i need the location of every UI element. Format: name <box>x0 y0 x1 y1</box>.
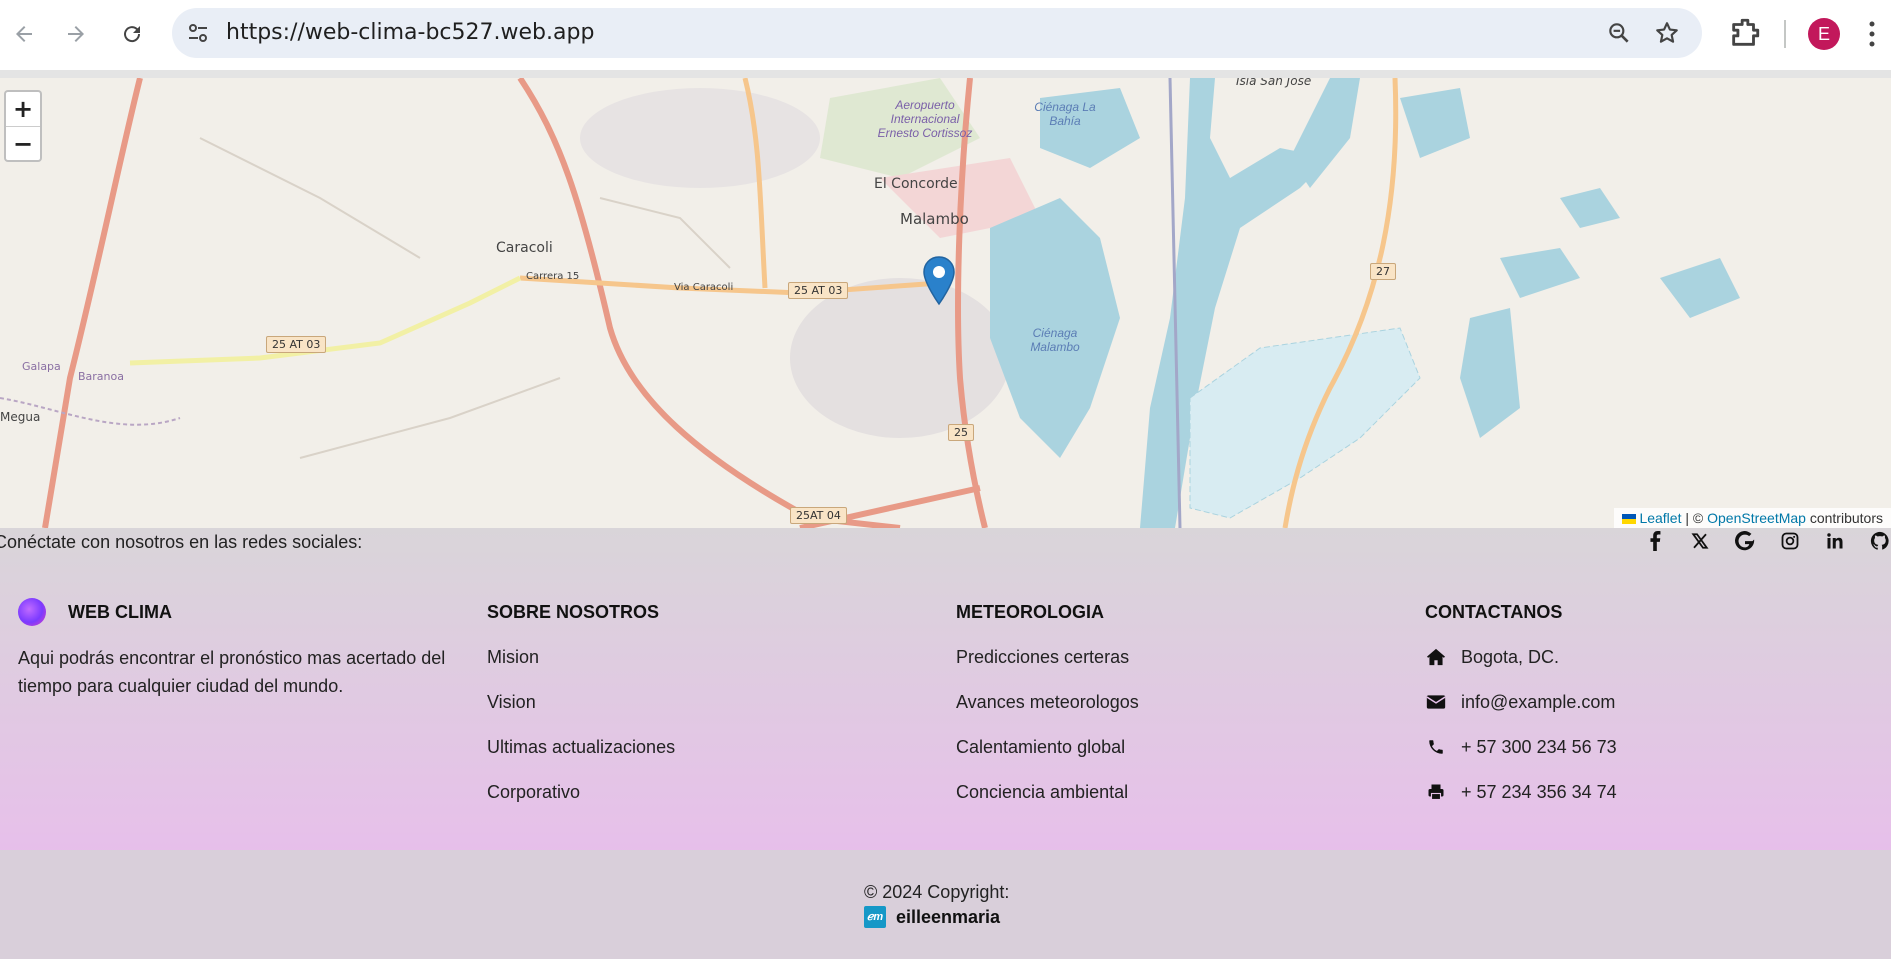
column-title: SOBRE NOSOTROS <box>487 602 660 622</box>
github-icon[interactable] <box>1869 530 1891 552</box>
map-place-label: Baranoa <box>78 370 124 383</box>
map-zoom-control: + − <box>4 90 42 162</box>
instagram-icon[interactable] <box>1779 530 1801 552</box>
map-road-label: 25 AT 03 <box>266 336 327 353</box>
attribution-separator: | © <box>1685 510 1704 526</box>
profile-avatar[interactable]: E <box>1808 18 1840 50</box>
contact-phone-text: + 57 300 234 56 73 <box>1461 736 1617 757</box>
copyright-band <box>0 850 1891 959</box>
contact-email-text[interactable]: info@example.com <box>1461 692 1615 713</box>
forward-button[interactable] <box>56 14 96 54</box>
web-clima-logo-icon <box>18 598 46 626</box>
envelope-icon <box>1425 691 1447 713</box>
column-title: CONTACTANOS <box>1425 602 1563 622</box>
map-road-name: Carrera 15 <box>526 271 580 282</box>
map-place-label: Megua <box>0 410 41 424</box>
map-water-label: Ciénaga Malambo <box>1030 326 1080 354</box>
map-water-label: Ciénaga La Bahía <box>1034 100 1096 128</box>
social-text: Conéctate con nosotros en las redes soci… <box>0 532 363 552</box>
url-text[interactable]: https://web-clima-bc527.web.app <box>226 20 594 45</box>
footer-link-corporativo[interactable]: Corporativo <box>487 779 675 805</box>
openstreetmap-link[interactable]: OpenStreetMap <box>1707 510 1806 526</box>
brand-description: Aqui podrás encontrar el pronóstico mas … <box>18 648 446 696</box>
linkedin-icon[interactable] <box>1824 530 1846 552</box>
footer-link-vision[interactable]: Vision <box>487 689 675 715</box>
kebab-menu-icon[interactable] <box>1866 18 1878 50</box>
page-top-strip <box>0 70 1891 78</box>
contact-fax-text: + 57 234 356 34 74 <box>1461 781 1617 802</box>
column-title: METEOROLOGIA <box>956 602 1104 622</box>
brand-name: WEB CLIMA <box>68 601 172 622</box>
contact-fax: + 57 234 356 34 74 <box>1425 779 1617 805</box>
footer-col-sobre-nosotros: SOBRE NOSOTROS Mision Vision Ultimas act… <box>487 600 675 824</box>
arrow-left-icon <box>16 26 32 42</box>
zoom-icon[interactable] <box>1606 20 1632 46</box>
map-road-label: 25 <box>948 424 974 441</box>
contact-email: info@example.com <box>1425 689 1617 715</box>
social-icons <box>1621 530 1891 552</box>
map-road-label: 25 AT 03 <box>788 282 849 299</box>
footer-col-brand: WEB CLIMA Aqui podrás encontrar el pronó… <box>18 598 468 700</box>
arrow-right-icon <box>68 26 84 42</box>
reload-icon <box>124 26 141 43</box>
phone-icon <box>1425 736 1447 758</box>
address-bar[interactable]: https://web-clima-bc527.web.app <box>172 8 1702 58</box>
zoom-in-button[interactable]: + <box>6 92 40 127</box>
footer-link-calentamiento[interactable]: Calentamiento global <box>956 734 1139 760</box>
map-place-label: Caracoli <box>496 240 553 256</box>
copyright-text: © 2024 Copyright: <box>864 882 1010 902</box>
map-place-label: El Concorde <box>874 176 958 192</box>
social-bar: Conéctate con nosotros en las redes soci… <box>0 528 1891 568</box>
map-attribution: Leaflet | © OpenStreetMap contributors <box>1613 508 1891 528</box>
x-icon[interactable] <box>1689 530 1711 552</box>
footer-col-contactanos: CONTACTANOS Bogota, DC. info@example.com… <box>1425 600 1617 824</box>
site-footer: Conéctate con nosotros en las redes soci… <box>0 528 1891 959</box>
extensions-icon[interactable] <box>1728 16 1762 50</box>
site-settings-icon[interactable] <box>186 21 210 45</box>
contact-address: Bogota, DC. <box>1425 644 1617 670</box>
footer-link-conciencia[interactable]: Conciencia ambiental <box>956 779 1139 805</box>
printer-icon <box>1425 781 1447 803</box>
map-place-label: Galapa <box>22 360 61 373</box>
reload-button[interactable] <box>112 14 152 54</box>
home-icon <box>1425 646 1447 668</box>
map-road-label: 25AT 04 <box>790 507 847 524</box>
map-view[interactable]: El Concorde Malambo Caracoli Megua Galap… <box>0 78 1891 528</box>
footer-link-actualizaciones[interactable]: Ultimas actualizaciones <box>487 734 675 760</box>
brand-row: WEB CLIMA <box>18 598 468 626</box>
facebook-icon[interactable] <box>1644 530 1666 552</box>
back-button[interactable] <box>4 14 44 54</box>
map-road-name: Via Caracoli <box>674 282 734 293</box>
leaflet-link[interactable]: Leaflet <box>1639 510 1681 526</box>
copyright-brand[interactable]: ℯm eilleenmaria <box>864 906 1000 928</box>
bookmark-star-icon[interactable] <box>1654 20 1680 46</box>
location-marker-icon[interactable] <box>922 256 956 306</box>
copyright-brand-name[interactable]: eilleenmaria <box>896 907 1000 928</box>
map-place-label: Malambo <box>900 210 969 228</box>
browser-toolbar: https://web-clima-bc527.web.app E <box>0 0 1891 70</box>
zoom-out-button[interactable]: − <box>6 127 40 161</box>
map-road-label: 27 <box>1370 263 1396 280</box>
footer-link-predicciones[interactable]: Predicciones certeras <box>956 644 1139 670</box>
contact-address-text: Bogota, DC. <box>1461 646 1560 667</box>
ukraine-flag-icon <box>1621 514 1636 525</box>
eilleenmaria-logo-icon: ℯm <box>864 906 886 928</box>
toolbar-divider <box>1784 20 1786 48</box>
google-icon[interactable] <box>1734 530 1756 552</box>
map-place-label: Isla San José <box>1236 78 1312 88</box>
map-place-label: Aeropuerto Internacional Ernesto Cortiss… <box>877 98 973 140</box>
contact-phone: + 57 300 234 56 73 <box>1425 734 1617 760</box>
footer-link-avances[interactable]: Avances meteorologos <box>956 689 1139 715</box>
attribution-contributors: contributors <box>1809 510 1883 526</box>
footer-link-mision[interactable]: Mision <box>487 644 675 670</box>
footer-col-meteorologia: METEOROLOGIA Predicciones certeras Avanc… <box>956 600 1139 824</box>
